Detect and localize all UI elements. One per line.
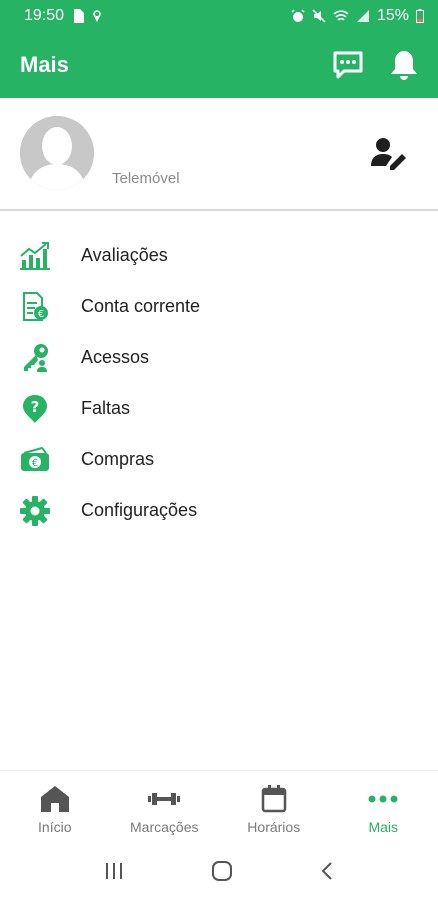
back-icon[interactable]: [320, 861, 334, 881]
nav-item-inicio[interactable]: Início: [0, 771, 110, 842]
chat-icon[interactable]: [332, 50, 364, 80]
question-pin-icon: ?: [20, 394, 50, 424]
alarm-icon: [291, 9, 305, 22]
menu-item-compras[interactable]: € Compras: [0, 434, 438, 485]
edit-profile-icon[interactable]: [370, 136, 408, 170]
signal-icon: [356, 10, 369, 22]
menu-item-conta-corrente[interactable]: € Conta corrente: [0, 281, 438, 332]
nav-label: Mais: [368, 819, 399, 835]
bar-chart-icon: [20, 241, 50, 271]
menu-label: Faltas: [81, 398, 131, 418]
phone-label: Telemóvel: [112, 170, 180, 187]
calendar-icon: [261, 785, 287, 813]
menu-label: Conta corrente: [81, 296, 201, 316]
home-icon: [40, 785, 70, 813]
avatar-placeholder-icon: [20, 116, 94, 190]
menu-label: Acessos: [81, 347, 150, 367]
wifi-icon: [333, 10, 349, 21]
gear-icon: [20, 495, 50, 526]
page-title: Mais: [20, 52, 69, 77]
status-time: 19:50: [24, 7, 65, 24]
nav-item-mais[interactable]: Mais: [329, 771, 438, 842]
status-bar: 19:50 15%: [0, 0, 438, 32]
money-icon: €: [20, 445, 50, 475]
svg-text:€: €: [38, 309, 44, 320]
nav-item-marcacoes[interactable]: Marcações: [110, 771, 220, 842]
key-icon: [20, 343, 50, 373]
more-dots-icon: [368, 785, 398, 813]
profile-section: Telemóvel: [0, 98, 438, 211]
app-bar: Mais: [0, 32, 438, 98]
menu-label: Configurações: [81, 500, 198, 520]
nav-item-horarios[interactable]: Horários: [219, 771, 329, 842]
sim-card-icon: [74, 9, 85, 23]
home-button-icon[interactable]: [211, 860, 233, 882]
invoice-euro-icon: €: [20, 291, 50, 322]
recent-apps-icon[interactable]: [104, 862, 124, 880]
nav-label: Início: [38, 819, 72, 835]
mute-icon: [312, 9, 326, 23]
bell-icon[interactable]: [390, 49, 418, 81]
location-icon: [93, 10, 101, 22]
battery-icon: [416, 9, 424, 23]
system-nav-bar: [0, 842, 438, 900]
menu-label: Avaliações: [81, 245, 168, 265]
bottom-nav: Início Marcações Horários Mais: [0, 770, 438, 842]
menu-item-avaliacoes[interactable]: Avaliações: [0, 230, 438, 281]
menu-item-configuracoes[interactable]: Configurações: [0, 485, 438, 536]
dumbbell-icon: [148, 785, 181, 813]
menu-item-faltas[interactable]: ? Faltas: [0, 383, 438, 434]
menu-list: Avaliações € Conta corrente Acessos ? Fa…: [0, 230, 438, 536]
nav-label: Horários: [247, 819, 301, 835]
menu-item-acessos[interactable]: Acessos: [0, 332, 438, 383]
nav-label: Marcações: [130, 819, 199, 835]
avatar[interactable]: [20, 116, 94, 190]
menu-label: Compras: [81, 449, 155, 469]
svg-text:?: ?: [31, 398, 40, 416]
battery-percent: 15%: [376, 7, 409, 24]
svg-text:€: €: [32, 458, 38, 469]
